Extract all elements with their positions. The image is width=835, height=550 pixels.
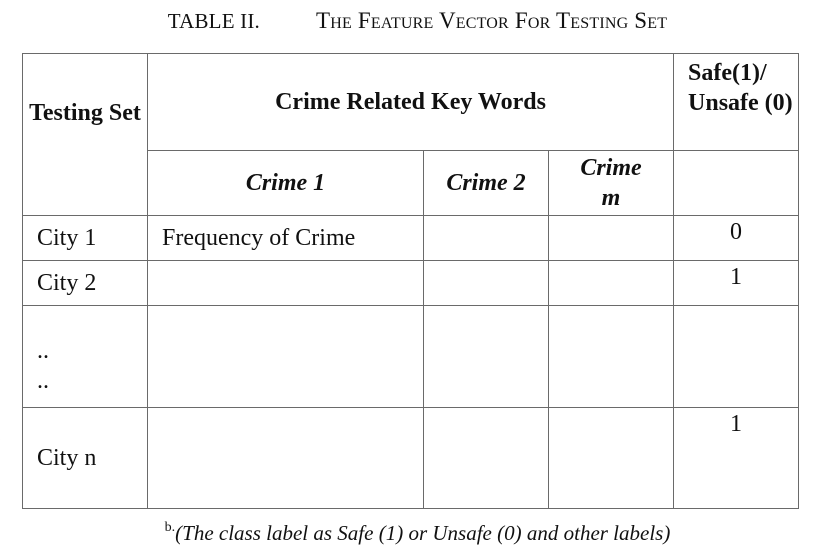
table-row: City 2 1 bbox=[22, 260, 800, 306]
footnote-marker: b. bbox=[164, 520, 176, 535]
table-row: City 1 Frequency of Crime 0 bbox=[22, 215, 800, 261]
subheader-crime-1: Crime 1 bbox=[147, 150, 424, 216]
row-class-label: 0 bbox=[673, 215, 800, 261]
row-ellipsis: .. .. bbox=[22, 305, 148, 408]
table-title: The Feature Vector For Testing Set bbox=[315, 8, 668, 33]
subheader-empty bbox=[673, 150, 800, 216]
footnote-text: (The class label as Safe (1) or Unsafe (… bbox=[175, 521, 671, 545]
row-crime-2-value bbox=[423, 407, 549, 509]
row-city-name: City 2 bbox=[22, 260, 148, 306]
row-class-label bbox=[673, 305, 800, 408]
header-crime-related-key-words: Crime Related Key Words bbox=[146, 53, 675, 151]
table-row: City n 1 bbox=[22, 407, 800, 509]
row-city-name: City 1 bbox=[22, 215, 148, 261]
row-crime-2-value bbox=[423, 305, 549, 408]
row-crime-m-value bbox=[547, 215, 675, 261]
clipped-body-text: e s e e g e e o bbox=[0, 0, 2, 550]
row-crime-2-value bbox=[423, 215, 549, 261]
row-city-name: City n bbox=[22, 407, 148, 509]
row-crime-1-value bbox=[147, 407, 424, 509]
row-crime-m-value bbox=[547, 305, 675, 408]
header-testing-set: Testing Set bbox=[22, 53, 148, 216]
row-crime-2-value bbox=[423, 260, 549, 306]
row-crime-1-value: Frequency of Crime bbox=[147, 215, 424, 261]
table-row: .. .. bbox=[22, 305, 800, 408]
feature-vector-table: Testing Set Crime Related Key Words Safe… bbox=[22, 53, 800, 509]
margin-char: g bbox=[0, 418, 1, 444]
row-crime-1-value bbox=[147, 260, 424, 306]
row-class-label: 1 bbox=[673, 407, 800, 509]
row-crime-1-value bbox=[147, 305, 424, 408]
table-number-label: TABLE II. bbox=[167, 9, 261, 33]
row-crime-m-value bbox=[547, 407, 675, 509]
row-crime-m-value bbox=[547, 260, 675, 306]
table-header-row: Testing Set Crime Related Key Words Safe… bbox=[22, 53, 800, 216]
subheader-crime-m: Crime m bbox=[547, 150, 675, 216]
table-caption: TABLE II. The Feature Vector For Testing… bbox=[0, 8, 835, 34]
row-class-label: 1 bbox=[673, 260, 800, 306]
table-footnote: b.(The class label as Safe (1) or Unsafe… bbox=[0, 520, 835, 546]
header-safe-unsafe: Safe(1)/ Unsafe (0) bbox=[673, 53, 800, 151]
subheader-crime-2: Crime 2 bbox=[423, 150, 549, 216]
